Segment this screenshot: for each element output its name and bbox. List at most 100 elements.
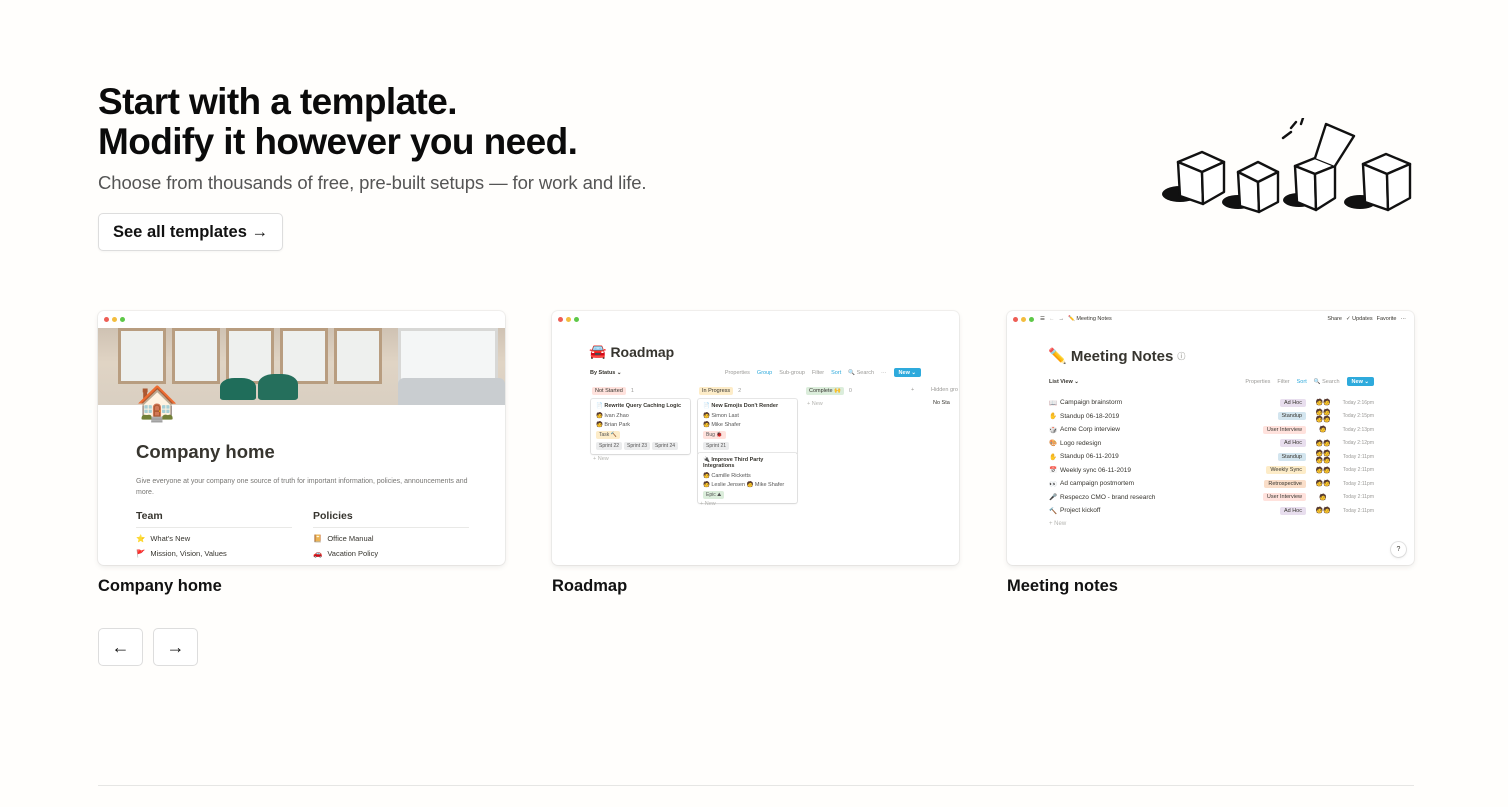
hero-subtitle: Choose from thousands of free, pre-built…: [98, 172, 647, 193]
row-time: Today 2:11pm: [1342, 507, 1374, 514]
view-selector: List View ⌄: [1049, 378, 1079, 385]
row-name: Campaign brainstorm: [1060, 399, 1123, 407]
row-icon: 🎨: [1049, 440, 1058, 448]
car-icon: 🚘: [589, 343, 607, 359]
arrow-left-icon: ←: [111, 636, 130, 657]
avatars: 🧑: [1319, 427, 1327, 434]
list-item: ✋ Standup 06-18-2019 Standup 🧑🧑🧑🧑 Today 2:15…: [1049, 410, 1374, 424]
row-icon: 📖: [1049, 399, 1058, 407]
template-card-roadmap[interactable]: 🚘 Roadmap By Status ⌄ Properties Group Su…: [552, 311, 959, 565]
add-group: +: [911, 387, 915, 393]
row-icon: ✋: [1049, 453, 1058, 461]
house-icon: 🏠: [136, 385, 179, 423]
row-time: Today 2:11pm: [1342, 453, 1374, 460]
row-time: Today 2:12pm: [1342, 440, 1374, 447]
team-column: Team ⭐ What's New 🚩 Mission, Vision, Value…: [136, 510, 292, 558]
avatars: 🧑🧑: [1315, 508, 1331, 515]
column-heading: Team: [136, 510, 292, 528]
carousel-next-button[interactable]: →: [153, 628, 198, 666]
flag-icon: 🚩: [136, 549, 146, 558]
notes-list: 📖 Campaign brainstorm Ad Hoc 🧑🧑 Today 2:16pm…: [1049, 396, 1374, 531]
board-card: 📄 New Emojis Don't Render 🧑 Simon Last 🧑…: [698, 399, 797, 454]
row-icon: 📅: [1049, 467, 1058, 475]
row-tag: User Interview: [1262, 493, 1306, 502]
preview-title: Company home: [136, 441, 275, 462]
lane-header: Complete 🙌 0: [806, 387, 852, 395]
no-status: No Sta: [933, 400, 950, 406]
new-item: + New: [1049, 521, 1067, 527]
car-icon: 🚗: [313, 549, 323, 558]
row-name: Acme Corp interview: [1060, 426, 1120, 434]
see-all-templates-button[interactable]: See all templates →: [98, 213, 283, 251]
new-item: + New: [807, 401, 823, 407]
back-icon: ←: [1048, 316, 1055, 322]
template-label-meeting-notes[interactable]: Meeting notes: [1007, 577, 1118, 596]
list-item: 📖 Campaign brainstorm Ad Hoc 🧑🧑 Today 2:16pm: [1049, 396, 1374, 410]
list-item: 🚗 Vacation Policy: [313, 549, 379, 558]
preview-title: 🚘 Roadmap: [589, 343, 675, 360]
star-icon: ⭐: [136, 534, 146, 543]
column-heading: Policies: [313, 510, 469, 528]
new-item: + New: [700, 501, 716, 507]
row-tag: Retrospective: [1264, 479, 1306, 488]
window-controls: [104, 317, 125, 322]
row-tag: User Interview: [1262, 425, 1306, 434]
row-icon: 👀: [1049, 480, 1058, 488]
list-item: 📅 Weekly sync 06-11-2019 Weekly Sync 🧑🧑 Toda…: [1049, 464, 1374, 478]
row-name: Standup 06-11-2019: [1060, 453, 1119, 461]
hidden-groups: Hidden gro: [931, 387, 958, 393]
new-button: New ⌄: [893, 368, 921, 377]
row-name: Ad campaign postmortem: [1060, 480, 1135, 488]
row-name: Project kickoff: [1060, 507, 1101, 515]
template-label-roadmap[interactable]: Roadmap: [552, 577, 627, 596]
preview-title: ✏️ Meeting Notes ⓘ: [1048, 348, 1186, 365]
cubes-illustration: [1162, 118, 1412, 214]
template-card-meeting-notes[interactable]: ☰ ← → ✏️ Meeting Notes Share ✓ Updates Fav…: [1007, 311, 1414, 565]
row-tag: Ad Hoc: [1279, 506, 1306, 515]
list-item: ✋ Standup 06-11-2019 Standup 🧑🧑🧑🧑 Today 2:11…: [1049, 450, 1374, 464]
view-toolbar: List View ⌄ Properties Filter Sort 🔍 Sea…: [1049, 377, 1374, 386]
list-item: 📔 Office Manual: [313, 534, 374, 543]
lane-header: In Progress 2: [699, 387, 741, 395]
avatars: 🧑🧑: [1315, 467, 1331, 474]
avatars: 🧑🧑🧑🧑: [1315, 450, 1331, 464]
list-item: ⭐ What's New: [136, 534, 191, 543]
row-icon: ✋: [1049, 413, 1058, 421]
forward-icon: →: [1058, 316, 1064, 322]
avatars: 🧑: [1319, 494, 1327, 501]
list-item: 🎲 Acme Corp interview User Interview 🧑 Today…: [1049, 423, 1374, 437]
row-time: Today 2:11pm: [1342, 480, 1374, 487]
window-controls: [1013, 317, 1034, 322]
row-name: Respeczo CMO - brand research: [1060, 493, 1156, 501]
carousel-prev-button[interactable]: ←: [98, 628, 143, 666]
template-label-company-home[interactable]: Company home: [98, 577, 222, 596]
menu-icon: ☰: [1040, 316, 1045, 322]
lane-header: Not Started 1: [592, 387, 634, 395]
top-bar: ☰ ← → ✏️ Meeting Notes Share ✓ Updates Fav…: [1040, 316, 1406, 322]
policies-column: Policies 📔 Office Manual 🚗 Vacation Policy: [313, 510, 469, 558]
board-card: 📄 Rewrite Query Caching Logic 🧑 Ivan Zha…: [591, 399, 690, 454]
row-tag: Standup: [1277, 412, 1306, 421]
row-icon: 🎲: [1049, 426, 1058, 434]
hero-title: Start with a template. Modify it however…: [98, 82, 998, 162]
row-icon: 🎤: [1049, 494, 1058, 502]
row-tag: Ad Hoc: [1279, 439, 1306, 448]
hero-section: Start with a template. Modify it however…: [98, 82, 998, 194]
avatars: 🧑🧑: [1315, 440, 1331, 447]
avatars: 🧑🧑🧑🧑: [1315, 410, 1331, 424]
row-name: Weekly sync 06-11-2019: [1060, 466, 1131, 474]
list-item: 🎨 Logo redesign Ad Hoc 🧑🧑 Today 2:12pm: [1049, 437, 1374, 451]
list-item: 👀 Ad campaign postmortem Retrospective 🧑🧑 To…: [1049, 477, 1374, 491]
template-card-company-home[interactable]: 🏠 Company home Give everyone at your com…: [98, 311, 505, 565]
view-toolbar: By Status ⌄ Properties Group Sub-group F…: [590, 368, 921, 377]
window-controls: [558, 317, 579, 322]
arrow-right-icon: →: [166, 636, 185, 657]
hero-title-line-1: Start with a template.: [98, 81, 458, 122]
list-item: 🎤 Respeczo CMO - brand research User Inter…: [1049, 491, 1374, 505]
section-divider: [98, 785, 1414, 786]
new-button: New ⌄: [1346, 377, 1374, 386]
hero-title-line-2: Modify it however you need.: [98, 121, 578, 162]
row-time: Today 2:13pm: [1342, 426, 1374, 433]
row-tag: Ad Hoc: [1279, 398, 1306, 407]
row-time: Today 2:11pm: [1342, 467, 1374, 474]
